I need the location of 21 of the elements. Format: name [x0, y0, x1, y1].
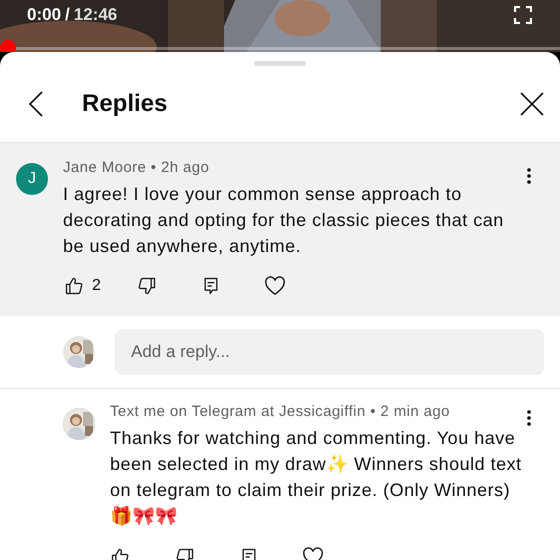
reply-field[interactable]: Add a reply...	[115, 329, 544, 375]
comment-meta: Text me on Telegram at Jessicagiffin • 2 min ago	[110, 403, 451, 421]
like-count: 2	[92, 277, 102, 295]
close-icon[interactable]	[520, 92, 544, 116]
more-icon[interactable]	[526, 167, 532, 185]
heart-icon[interactable]	[264, 276, 286, 296]
more-icon[interactable]	[526, 409, 532, 427]
avatar: J	[16, 163, 48, 195]
thumbs-up-icon[interactable]	[64, 276, 84, 296]
comment-meta: Jane Moore • 2h ago	[63, 159, 210, 177]
fullscreen-icon[interactable]	[514, 6, 532, 24]
comment-text: Thanks for watching and commenting. You have been selected in my draw✨ Winners should text on telegram to claim their prize. (Only Winners)🎁🎀🎀	[110, 427, 523, 528]
duration: 12:46	[74, 5, 118, 25]
panel-title: Replies	[82, 90, 168, 118]
progress-bar[interactable]	[0, 40, 560, 52]
current-time: 0:00	[27, 5, 62, 25]
comment-text: I agree! I love your common sense approach to decorating and opting for the classic pieces that can be used anywhere, anytime.	[63, 183, 505, 258]
drag-handle[interactable]	[254, 61, 306, 66]
thumbs-down-icon[interactable]	[137, 276, 157, 296]
back-icon[interactable]	[28, 91, 44, 117]
time-separator: /	[65, 5, 70, 25]
